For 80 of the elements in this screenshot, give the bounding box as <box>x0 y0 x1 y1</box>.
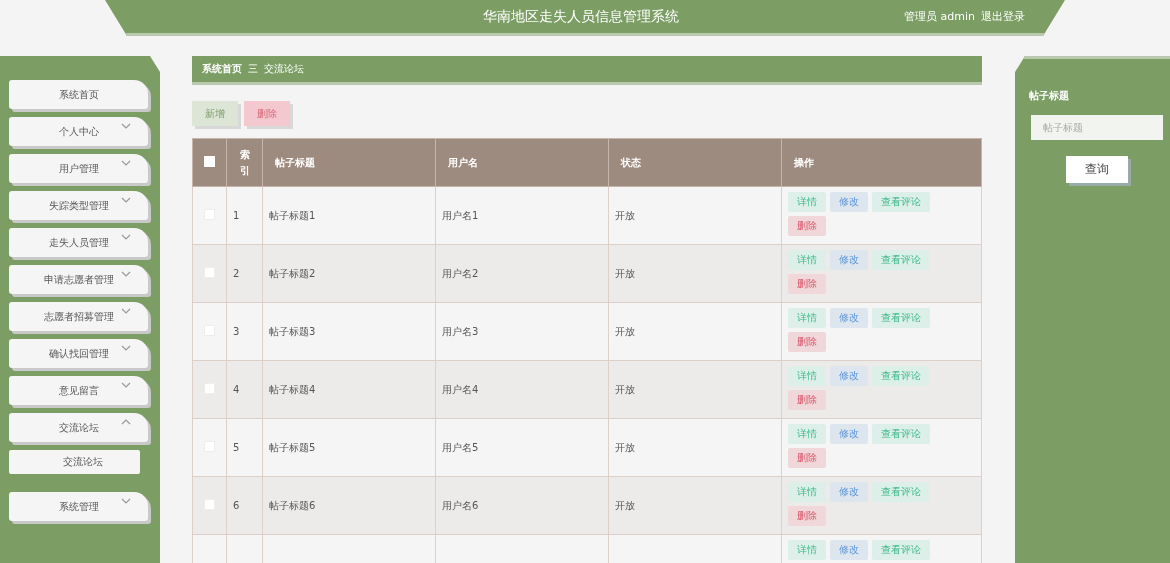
table-cell: 开放 <box>615 325 635 337</box>
table-cell: 用户名6 <box>442 499 479 511</box>
comments-button[interactable]: 查看评论 <box>872 424 930 444</box>
edit-button[interactable]: 修改 <box>830 366 868 386</box>
menu-item[interactable]: 志愿者招募管理 <box>9 302 148 331</box>
add-button[interactable]: 新增 <box>192 101 238 126</box>
comments-button[interactable]: 查看评论 <box>872 250 930 270</box>
edit-button[interactable]: 修改 <box>830 250 868 270</box>
menu-item[interactable]: 系统管理 <box>9 492 148 521</box>
edit-button[interactable]: 修改 <box>830 192 868 212</box>
table-cell: 4 <box>233 384 240 395</box>
table-cell: 6 <box>233 500 240 511</box>
menu-item[interactable]: 系统首页 <box>9 80 148 109</box>
table-cell: 帖子标题6 <box>269 499 316 511</box>
table-cell: 用户名1 <box>442 209 479 221</box>
delete-button[interactable]: 删除 <box>788 274 826 294</box>
comments-button[interactable]: 查看评论 <box>872 540 930 560</box>
table-cell: 开放 <box>615 383 635 395</box>
table-cell: 用户名3 <box>442 325 479 337</box>
detail-button[interactable]: 详情 <box>788 424 826 444</box>
column-header: 用户名 <box>435 138 609 187</box>
menu-item[interactable]: 交流论坛 <box>9 413 148 442</box>
detail-button[interactable]: 详情 <box>788 250 826 270</box>
edit-button[interactable]: 修改 <box>830 482 868 502</box>
logout-link[interactable]: 退出登录 <box>981 9 1025 24</box>
delete-button[interactable]: 删除 <box>788 448 826 468</box>
breadcrumb-home[interactable]: 系统首页 <box>202 62 242 76</box>
column-header: 操作 <box>781 138 982 187</box>
table-cell: 用户名5 <box>442 441 479 453</box>
table-cell: 1 <box>233 210 240 221</box>
table-cell: 开放 <box>615 209 635 221</box>
column-header: 帖子标题 <box>262 138 436 187</box>
menu-item[interactable]: 失踪类型管理 <box>9 191 148 220</box>
table-cell: 用户名2 <box>442 267 479 279</box>
detail-button[interactable]: 详情 <box>788 308 826 328</box>
select-all-checkbox[interactable] <box>204 156 215 167</box>
table-cell: 帖子标题5 <box>269 441 316 453</box>
comments-button[interactable]: 查看评论 <box>872 366 930 386</box>
detail-button[interactable]: 详情 <box>788 482 826 502</box>
comments-button[interactable]: 查看评论 <box>872 308 930 328</box>
menu-item[interactable]: 走失人员管理 <box>9 228 148 257</box>
edit-button[interactable]: 修改 <box>830 540 868 560</box>
table-cell: 用户名4 <box>442 383 479 395</box>
detail-button[interactable]: 详情 <box>788 192 826 212</box>
table-cell: 5 <box>233 442 240 453</box>
column-header: 索引 <box>226 138 263 187</box>
search-label: 帖子标题 <box>1029 89 1070 103</box>
menu-item[interactable]: 用户管理 <box>9 154 148 183</box>
submenu-item[interactable]: 交流论坛 <box>9 450 140 474</box>
delete-button[interactable]: 删除 <box>788 390 826 410</box>
delete-button[interactable]: 删除 <box>788 332 826 352</box>
breadcrumb-current: 交流论坛 <box>264 62 304 76</box>
detail-button[interactable]: 详情 <box>788 366 826 386</box>
table-cell: 开放 <box>615 267 635 279</box>
menu-item[interactable]: 意见留言 <box>9 376 148 405</box>
table-cell: 开放 <box>615 499 635 511</box>
delete-button[interactable]: 删除 <box>788 506 826 526</box>
table-cell: 3 <box>233 326 240 337</box>
table-cell: 开放 <box>615 441 635 453</box>
table-cell: 2 <box>233 268 240 279</box>
table-cell: 帖子标题2 <box>269 267 316 279</box>
comments-button[interactable]: 查看评论 <box>872 192 930 212</box>
delete-button[interactable]: 删除 <box>788 216 826 236</box>
menu-item[interactable]: 申请志愿者管理 <box>9 265 148 294</box>
search-field[interactable]: 帖子标题 <box>1031 115 1163 140</box>
search-button[interactable]: 查询 <box>1066 156 1128 183</box>
delete-button[interactable]: 删除 <box>244 101 290 126</box>
table-cell: 帖子标题1 <box>269 209 316 221</box>
menu-item[interactable]: 确认找回管理 <box>9 339 148 368</box>
table-cell: 帖子标题3 <box>269 325 316 337</box>
detail-button[interactable]: 详情 <box>788 540 826 560</box>
column-header: 状态 <box>608 138 782 187</box>
user-label: 管理员 admin <box>904 9 975 24</box>
edit-button[interactable]: 修改 <box>830 308 868 328</box>
menu-item[interactable]: 个人中心 <box>9 117 148 146</box>
breadcrumb-separator: 三 <box>248 62 258 76</box>
system-title: 华南地区走失人员信息管理系统 <box>483 7 680 26</box>
edit-button[interactable]: 修改 <box>830 424 868 444</box>
table-cell: 帖子标题4 <box>269 383 316 395</box>
comments-button[interactable]: 查看评论 <box>872 482 930 502</box>
